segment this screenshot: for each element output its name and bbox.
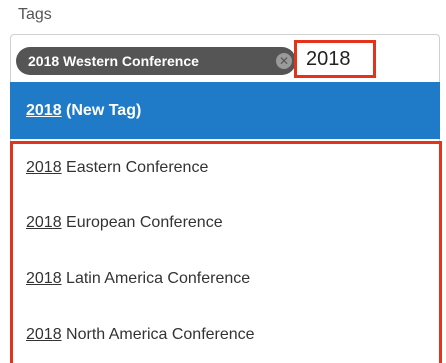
option-match-text: 2018	[26, 102, 62, 119]
tag-chip-label: 2018 Western Conference	[28, 53, 199, 69]
tags-field-label: Tags	[18, 6, 52, 23]
tags-field-screen: Tags 2018 Western Conference ✕ 2018 2018…	[0, 0, 446, 363]
new-tag-option[interactable]: 2018 (New Tag)	[10, 82, 440, 139]
close-circle-icon[interactable]: ✕	[276, 53, 292, 69]
option-rest-text: (New Tag)	[61, 102, 142, 119]
annotation-highlight-box	[10, 141, 442, 363]
tag-chip[interactable]: 2018 Western Conference ✕	[16, 47, 296, 75]
tag-search-input[interactable]: 2018	[294, 40, 376, 78]
